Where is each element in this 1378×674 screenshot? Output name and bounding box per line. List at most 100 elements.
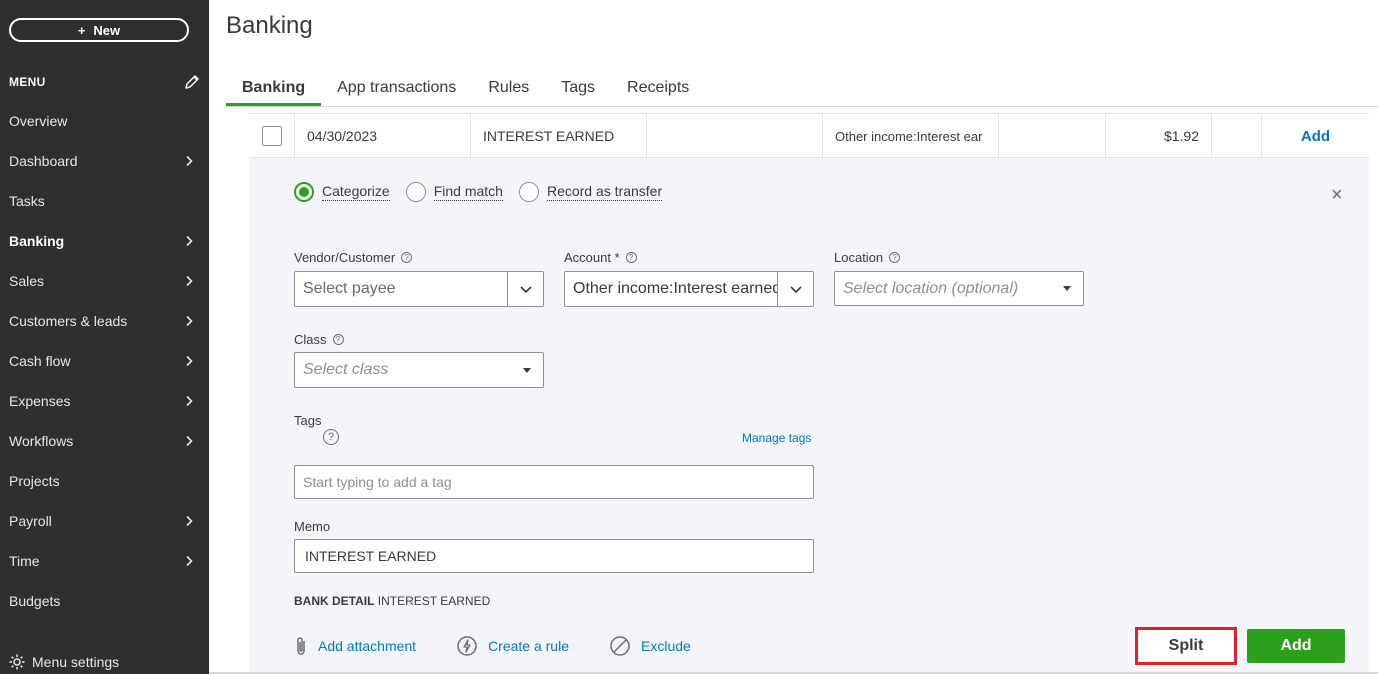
account-value: Other income:Interest earned — [573, 280, 777, 297]
split-button[interactable]: Split — [1135, 627, 1237, 665]
help-icon[interactable]: ? — [401, 252, 413, 263]
chevron-right-icon — [186, 235, 193, 247]
vendor-select[interactable]: Select payee — [294, 271, 544, 307]
transaction-row[interactable]: 04/30/2023 INTEREST EARNED Other income:… — [249, 113, 1369, 158]
create-rule-button[interactable]: Create a rule — [456, 635, 569, 657]
class-select[interactable]: Select class — [294, 352, 544, 388]
tags-placeholder: Start typing to add a tag — [303, 474, 452, 490]
tags-label-text: Tags — [294, 413, 322, 428]
bank-detail-label: BANK DETAIL — [294, 594, 375, 608]
row-checkbox[interactable] — [261, 126, 282, 146]
chevron-right-icon — [186, 355, 193, 367]
memo-label: Memo — [294, 519, 330, 534]
radio-label: Find match — [433, 183, 503, 201]
memo-value: INTEREST EARNED — [305, 548, 437, 564]
memo-label-text: Memo — [294, 519, 331, 534]
menu-label: MENU — [9, 75, 46, 89]
menu-settings-label: Menu settings — [32, 654, 120, 670]
sidebar-item-budgets[interactable]: Budgets — [0, 581, 209, 621]
chevron-right-icon — [186, 555, 193, 567]
sidebar-nav: Overview Dashboard Tasks Banking Sales Custom… — [0, 101, 209, 621]
class-placeholder: Select class — [303, 361, 389, 378]
exclude-button[interactable]: Exclude — [609, 635, 691, 657]
radio-circle[interactable] — [518, 182, 539, 202]
menu-header: MENU — [9, 74, 201, 90]
account-label: Account * ? — [564, 250, 637, 265]
sidebar-item-label: Expenses — [9, 393, 71, 409]
sidebar-item-label: Customers & leads — [9, 313, 128, 329]
chevron-down-icon[interactable] — [507, 272, 543, 306]
row-add-link[interactable]: Add — [1301, 128, 1330, 145]
gear-icon — [9, 654, 25, 670]
bank-detail: BANK DETAIL INTEREST EARNED — [294, 594, 490, 608]
pencil-icon[interactable] — [183, 73, 201, 91]
sidebar-item-label: Cash flow — [9, 353, 71, 369]
radio-circle[interactable] — [405, 182, 426, 202]
dropdown-arrow-icon[interactable] — [1063, 286, 1071, 291]
create-rule-label: Create a rule — [488, 638, 569, 654]
description-cell: INTEREST EARNED — [471, 114, 647, 158]
sidebar-item-workflows[interactable]: Workflows — [0, 421, 209, 461]
radio-record-as-transfer[interactable]: Record as transfer — [518, 182, 663, 202]
chevron-down-icon[interactable] — [777, 272, 813, 306]
received-cell: $1.92 — [1106, 114, 1212, 158]
tab-bar: Banking App transactions Rules Tags Receipts — [226, 70, 705, 107]
footer-actions: Add attachment Create a rule Exclude — [294, 635, 731, 657]
radio-circle[interactable] — [294, 182, 314, 202]
account-label-text: Account * — [564, 250, 620, 265]
chevron-right-icon — [186, 275, 193, 287]
chevron-right-icon — [186, 155, 193, 167]
mode-radio-group: Categorize Find match Record as transfer — [294, 182, 663, 202]
sidebar-item-label: Overview — [9, 113, 68, 129]
payee-cell — [647, 114, 823, 158]
sidebar-item-label: Budgets — [9, 593, 61, 609]
plus-icon: + — [77, 22, 86, 38]
account-select[interactable]: Other income:Interest earned — [564, 271, 814, 307]
location-label-text: Location — [834, 250, 884, 265]
menu-settings-button[interactable]: Menu settings — [8, 653, 119, 671]
chevron-right-icon — [186, 315, 193, 327]
radio-categorize[interactable]: Categorize — [294, 182, 390, 202]
tab-rules[interactable]: Rules — [472, 70, 545, 107]
tab-tags[interactable]: Tags — [545, 70, 611, 107]
tags-input[interactable]: Start typing to add a tag — [294, 465, 814, 499]
radio-find-match[interactable]: Find match — [405, 182, 503, 202]
row-add-cell: Add — [1262, 114, 1369, 158]
paperclip-icon — [297, 637, 305, 655]
block-icon — [610, 636, 630, 656]
new-button[interactable]: + New — [9, 18, 189, 42]
memo-input[interactable]: INTEREST EARNED — [294, 539, 814, 573]
help-icon[interactable]: ? — [625, 252, 637, 263]
add-button[interactable]: Add — [1247, 629, 1345, 663]
sidebar-item-sales[interactable]: Sales — [0, 261, 209, 301]
class-label: Class ? — [294, 332, 344, 347]
vendor-label-text: Vendor/Customer — [294, 250, 396, 265]
tab-app-transactions[interactable]: App transactions — [321, 70, 472, 107]
sidebar-item-projects[interactable]: Projects — [0, 461, 209, 501]
help-icon[interactable]: ? — [323, 429, 339, 445]
sidebar-item-overview[interactable]: Overview — [0, 101, 209, 141]
categorize-panel: Categorize Find match Record as transfer ×… — [249, 158, 1369, 674]
sidebar-item-customers-leads[interactable]: Customers & leads — [0, 301, 209, 341]
sidebar-item-tasks[interactable]: Tasks — [0, 181, 209, 221]
add-attachment-button[interactable]: Add attachment — [294, 635, 416, 657]
sidebar-item-label: Projects — [9, 473, 60, 489]
help-icon[interactable]: ? — [889, 252, 901, 263]
sidebar-item-banking[interactable]: Banking — [0, 221, 209, 261]
help-icon[interactable]: ? — [332, 334, 344, 345]
manage-tags-link[interactable]: Manage tags — [742, 431, 811, 445]
chevron-right-icon — [186, 395, 193, 407]
tab-receipts[interactable]: Receipts — [611, 70, 705, 107]
tab-banking[interactable]: Banking — [226, 70, 322, 107]
spent-cell — [999, 114, 1106, 158]
sidebar-item-expenses[interactable]: Expenses — [0, 381, 209, 421]
dropdown-arrow-icon[interactable] — [523, 367, 531, 373]
sidebar-item-cash-flow[interactable]: Cash flow — [0, 341, 209, 381]
sidebar-item-label: Sales — [9, 273, 45, 289]
sidebar-item-time[interactable]: Time — [0, 541, 209, 581]
sidebar-item-payroll[interactable]: Payroll — [0, 501, 209, 541]
lightning-icon — [457, 636, 477, 656]
location-select[interactable]: Select location (optional) — [834, 271, 1084, 306]
close-icon[interactable]: × — [1331, 185, 1343, 205]
sidebar-item-dashboard[interactable]: Dashboard — [0, 141, 209, 181]
